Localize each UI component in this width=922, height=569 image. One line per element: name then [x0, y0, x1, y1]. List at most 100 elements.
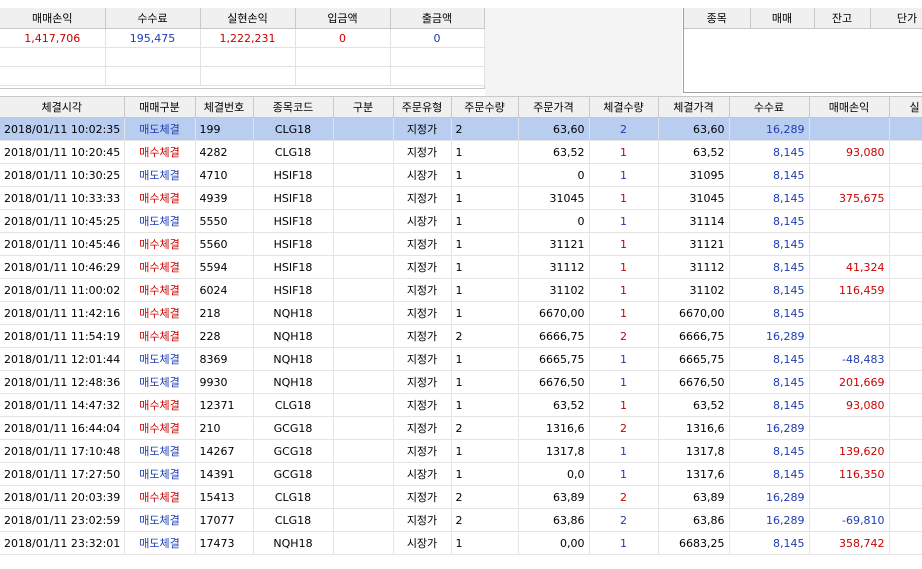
cell-category [333, 117, 394, 141]
cell-trade-side: 매도체결 [124, 439, 196, 463]
cell-order-qty: 1 [451, 140, 519, 164]
col-header-order-qty[interactable]: 주문수량 [451, 97, 519, 118]
cell-order-qty: 1 [451, 439, 519, 463]
trade-fills-body: 2018/01/11 10:02:35 매도체결 199 CLG18 지정가 2 63,60… [0, 117, 922, 555]
cell-order-type: 지정가 [393, 232, 452, 256]
cell-trade-pnl [809, 163, 890, 187]
cell-category [333, 324, 394, 348]
cell-trade-pnl: 116,459 [809, 278, 890, 302]
table-row[interactable]: 2018/01/11 10:30:25 매도체결 4710 HSIF18 시장가 1 0 1 3… [0, 163, 922, 187]
table-row[interactable]: 2018/01/11 14:47:32 매수체결 12371 CLG18 지정가 1 63,… [0, 393, 922, 417]
table-row[interactable]: 2018/01/11 12:48:36 매도체결 9930 NQH18 지정가 1 6676… [0, 370, 922, 394]
cell-trade-side: 매도체결 [124, 209, 196, 233]
cell-order-qty: 2 [451, 324, 519, 348]
cell-symbol-code: NQH18 [253, 370, 334, 394]
cell-trade-side: 매도체결 [124, 347, 196, 371]
positions-header-unit-price[interactable]: 단가 [870, 8, 922, 29]
cell-fee: 8,145 [729, 163, 810, 187]
col-header-truncated[interactable]: 실 [889, 97, 922, 118]
cell-fill-number: 4282 [195, 140, 254, 164]
positions-header-balance[interactable]: 잔고 [814, 8, 871, 29]
cell-order-qty: 2 [451, 485, 519, 509]
summary-header-deposit: 입금액 [295, 8, 391, 29]
cell-order-type: 시장가 [393, 531, 452, 555]
cell-fill-number: 12371 [195, 393, 254, 417]
cell-fill-number: 14267 [195, 439, 254, 463]
table-row[interactable]: 2018/01/11 11:54:19 매수체결 228 NQH18 지정가 2 6666,… [0, 324, 922, 348]
col-header-order-type[interactable]: 주문유형 [393, 97, 452, 118]
cell-fill-time: 2018/01/11 10:30:25 [0, 163, 125, 187]
table-row[interactable]: 2018/01/11 10:46:29 매수체결 5594 HSIF18 지정가 1 311… [0, 255, 922, 279]
cell-fill-qty: 1 [589, 140, 659, 164]
cell-truncated [889, 347, 922, 371]
trade-fills-grid: 체결시각 매매구분 체결번호 종목코드 구분 주문유형 주문수량 주문가격 체결… [0, 96, 922, 569]
cell-trade-pnl: 358,742 [809, 531, 890, 555]
table-row[interactable]: 2018/01/11 12:01:44 매도체결 8369 NQH18 지정가 1 6665… [0, 347, 922, 371]
cell-order-qty: 1 [451, 462, 519, 486]
col-header-order-price[interactable]: 주문가격 [518, 97, 590, 118]
summary-deposit: 0 [295, 28, 391, 48]
col-header-fill-time[interactable]: 체결시각 [0, 97, 125, 118]
col-header-category[interactable]: 구분 [333, 97, 394, 118]
cell-fill-qty: 2 [589, 485, 659, 509]
cell-order-type: 시장가 [393, 209, 452, 233]
col-header-fill-price[interactable]: 체결가격 [658, 97, 730, 118]
positions-header-side[interactable]: 매매 [750, 8, 815, 29]
cell-trade-side: 매수체결 [124, 416, 196, 440]
cell-trade-pnl [809, 232, 890, 256]
trade-fills-table: 체결시각 매매구분 체결번호 종목코드 구분 주문유형 주문수량 주문가격 체결… [0, 97, 922, 555]
cell-fee: 8,145 [729, 462, 810, 486]
cell-order-qty: 1 [451, 186, 519, 210]
cell-truncated [889, 232, 922, 256]
cell-truncated [889, 278, 922, 302]
cell-fee: 16,289 [729, 508, 810, 532]
cell-order-type: 지정가 [393, 508, 452, 532]
cell-fee: 8,145 [729, 439, 810, 463]
table-row[interactable]: 2018/01/11 16:44:04 매수체결 210 GCG18 지정가 2 1316,… [0, 416, 922, 440]
cell-symbol-code: HSIF18 [253, 186, 334, 210]
cell-order-price: 63,52 [518, 140, 590, 164]
table-row[interactable]: 2018/01/11 23:32:01 매도체결 17473 NQH18 시장가 1 0,0… [0, 531, 922, 555]
table-row[interactable]: 2018/01/11 10:20:45 매수체결 4282 CLG18 지정가 1 63,5… [0, 140, 922, 164]
cell-trade-side: 매수체결 [124, 393, 196, 417]
positions-table: 종목 매매 잔고 단가 [684, 8, 922, 29]
cell-trade-side: 매수체결 [124, 186, 196, 210]
col-header-trade-pnl[interactable]: 매매손익 [809, 97, 890, 118]
table-row[interactable]: 2018/01/11 10:45:25 매도체결 5550 HSIF18 시장가 1 0 1 3… [0, 209, 922, 233]
table-row[interactable]: 2018/01/11 17:10:48 매도체결 14267 GCG18 지정가 1 131… [0, 439, 922, 463]
cell-trade-side: 매수체결 [124, 255, 196, 279]
col-header-symbol-code[interactable]: 종목코드 [253, 97, 334, 118]
cell-order-type: 지정가 [393, 255, 452, 279]
cell-fill-price: 31045 [658, 186, 730, 210]
table-row[interactable]: 2018/01/11 10:33:33 매수체결 4939 HSIF18 지정가 1 310… [0, 186, 922, 210]
cell-fill-qty: 1 [589, 301, 659, 325]
table-row[interactable]: 2018/01/11 23:02:59 매도체결 17077 CLG18 지정가 2 63,… [0, 508, 922, 532]
cell-symbol-code: GCG18 [253, 416, 334, 440]
cell-fill-number: 15413 [195, 485, 254, 509]
cell-order-type: 지정가 [393, 117, 452, 141]
cell-fill-number: 4939 [195, 186, 254, 210]
cell-fill-price: 63,89 [658, 485, 730, 509]
positions-header-symbol[interactable]: 종목 [684, 8, 751, 29]
table-row[interactable]: 2018/01/11 20:03:39 매수체결 15413 CLG18 지정가 2 63,… [0, 485, 922, 509]
col-header-fill-number[interactable]: 체결번호 [195, 97, 254, 118]
summary-header-row: 매매손익 수수료 실현손익 입금액 출금액 [0, 8, 485, 29]
cell-fill-time: 2018/01/11 10:02:35 [0, 117, 125, 141]
cell-fill-price: 6670,00 [658, 301, 730, 325]
table-row[interactable]: 2018/01/11 17:27:50 매도체결 14391 GCG18 시장가 1 0,0… [0, 462, 922, 486]
table-row[interactable]: 2018/01/11 10:02:35 매도체결 199 CLG18 지정가 2 63,60… [0, 117, 922, 141]
table-row[interactable]: 2018/01/11 11:42:16 매수체결 218 NQH18 지정가 1 6670,… [0, 301, 922, 325]
cell-trade-side: 매수체결 [124, 485, 196, 509]
cell-category [333, 393, 394, 417]
cell-fill-price: 31095 [658, 163, 730, 187]
cell-order-price: 63,89 [518, 485, 590, 509]
cell-fee: 8,145 [729, 347, 810, 371]
col-header-fill-qty[interactable]: 체결수량 [589, 97, 659, 118]
col-header-trade-side[interactable]: 매매구분 [124, 97, 196, 118]
cell-fill-time: 2018/01/11 10:20:45 [0, 140, 125, 164]
table-row[interactable]: 2018/01/11 10:45:46 매수체결 5560 HSIF18 지정가 1 311… [0, 232, 922, 256]
summary-empty-row [0, 47, 485, 67]
col-header-fee[interactable]: 수수료 [729, 97, 810, 118]
table-row[interactable]: 2018/01/11 11:00:02 매수체결 6024 HSIF18 지정가 1 311… [0, 278, 922, 302]
cell-symbol-code: CLG18 [253, 393, 334, 417]
